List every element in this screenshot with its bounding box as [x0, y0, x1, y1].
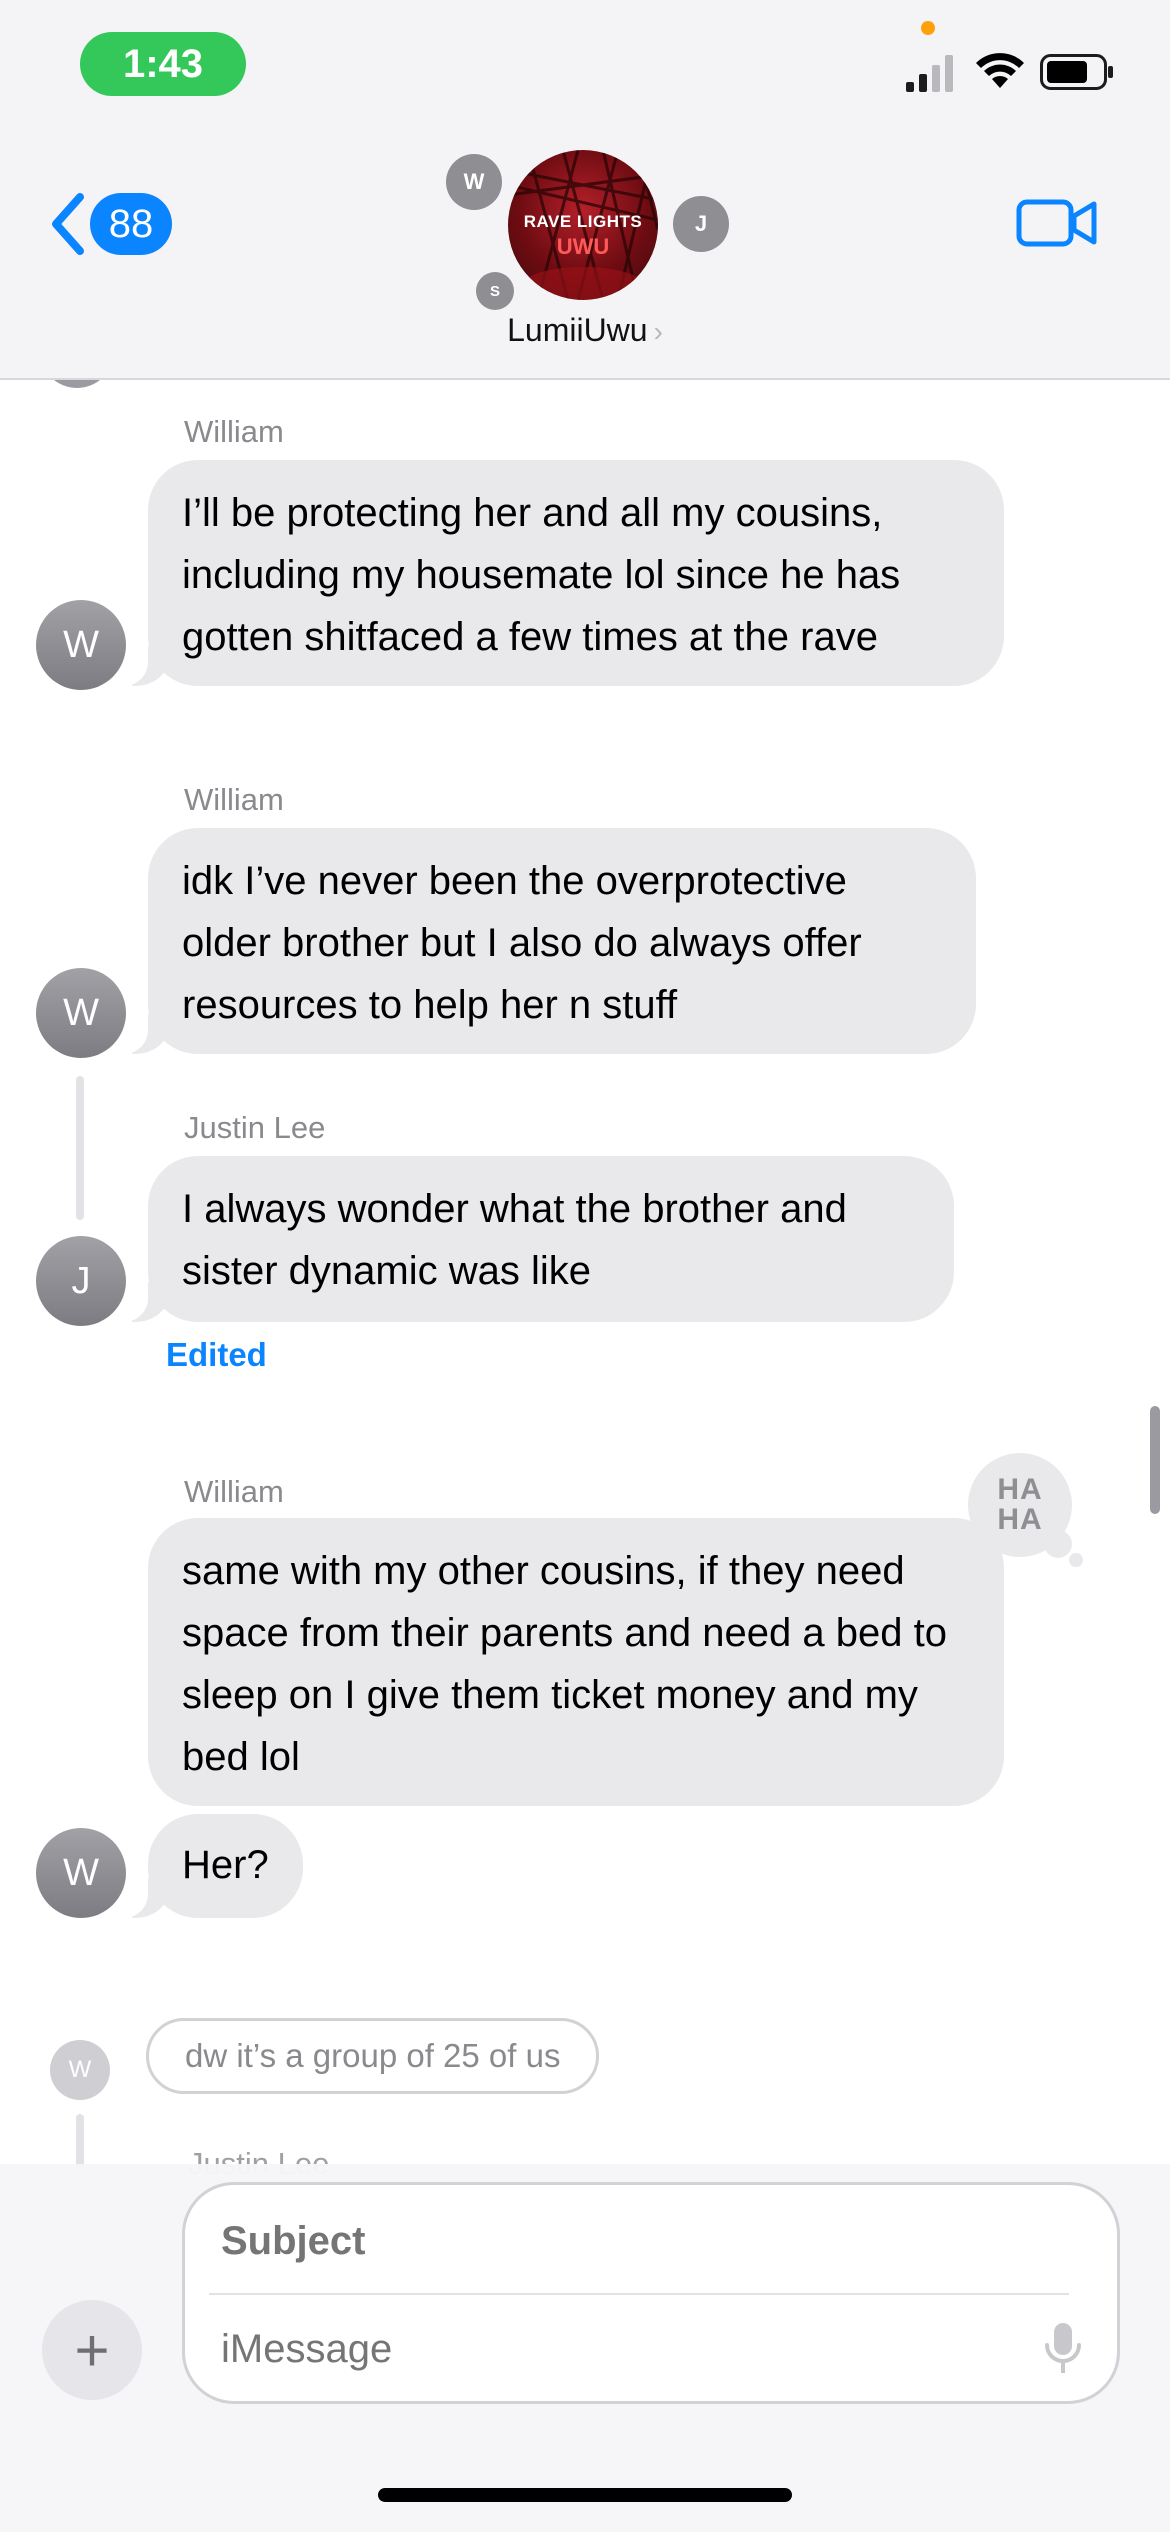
avatar[interactable]: W — [36, 1828, 126, 1918]
chevron-left-icon — [52, 193, 84, 255]
home-indicator[interactable] — [378, 2488, 792, 2502]
message-bubble[interactable]: Her? — [116, 1814, 303, 1918]
group-name-button[interactable]: LumiiUwu › — [0, 312, 1170, 349]
sender-name: William — [184, 414, 284, 449]
reaction-tail-dot — [1069, 1553, 1083, 1567]
chevron-right-icon: › — [653, 316, 663, 347]
avatar[interactable]: W — [36, 968, 126, 1058]
reaction-tail-dot — [1044, 1530, 1072, 1558]
message-bubble[interactable]: idk I’ve never been the overprotective o… — [116, 828, 976, 1054]
avatar: W — [50, 2040, 110, 2100]
group-photo[interactable]: RAVE LIGHTS UWU — [508, 150, 658, 300]
microphone-icon[interactable] — [1043, 2321, 1083, 2377]
reply-thread-line — [76, 1076, 84, 1220]
video-camera-icon[interactable] — [1016, 196, 1098, 250]
edited-label[interactable]: Edited — [166, 1336, 267, 1374]
battery-icon — [1040, 54, 1113, 90]
group-photo-text-bottom: UWU — [556, 234, 610, 259]
apps-plus-button[interactable]: + — [42, 2300, 142, 2400]
privacy-indicator-dot — [921, 21, 935, 35]
status-time: 1:43 — [80, 32, 246, 96]
back-button[interactable]: 88 — [48, 186, 172, 262]
sender-name: William — [184, 782, 284, 817]
compose-field[interactable] — [182, 2182, 1120, 2404]
cellular-signal-icon — [906, 55, 953, 92]
message-input[interactable] — [221, 2317, 1001, 2381]
group-photo-text-top: RAVE LIGHTS — [523, 212, 643, 231]
message-bubble[interactable]: I’ll be protecting her and all my cousin… — [116, 460, 1004, 686]
avatar[interactable]: W — [36, 600, 126, 690]
participant-avatar-j[interactable]: J — [673, 196, 729, 252]
message-bubble[interactable]: same with my other cousins, if they need… — [148, 1518, 1004, 1806]
unread-count-badge: 88 — [90, 193, 172, 255]
scroll-indicator[interactable] — [1150, 1406, 1160, 1514]
sender-name: William — [184, 1474, 284, 1509]
subject-input[interactable] — [221, 2209, 1041, 2273]
sender-name: Justin Lee — [184, 1110, 326, 1145]
message-bubble[interactable]: I always wonder what the brother and sis… — [116, 1156, 954, 1322]
reply-preview-bubble[interactable]: dw it’s a group of 25 of us — [146, 2018, 600, 2094]
group-name: LumiiUwu — [507, 312, 648, 348]
participant-avatar-w[interactable]: W — [446, 154, 502, 210]
avatar[interactable]: J — [36, 1236, 126, 1326]
conversation-header: 1:43 88 W RAVE LIGHTS UWU J S LumiiUwu › — [0, 0, 1170, 380]
participant-avatar-s[interactable]: S — [476, 272, 514, 310]
wifi-icon — [976, 53, 1024, 88]
reaction-text: HA HA — [997, 1473, 1043, 1536]
compose-divider — [209, 2293, 1069, 2295]
